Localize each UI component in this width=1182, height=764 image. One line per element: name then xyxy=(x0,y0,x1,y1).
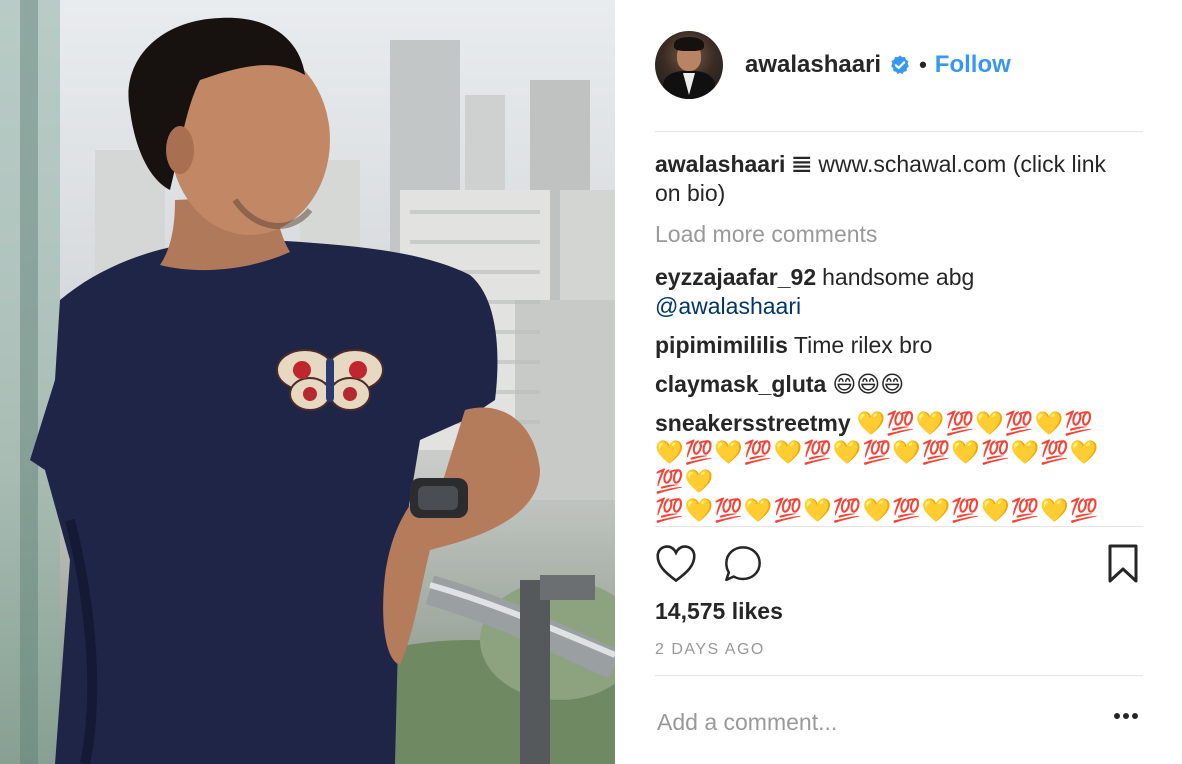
comment-item: pipimimililis Time rilex bro xyxy=(655,331,1115,360)
add-comment-input[interactable] xyxy=(657,704,1077,740)
comment-username[interactable]: eyzzajaafar_92 xyxy=(655,264,816,290)
header-username[interactable]: awalashaari xyxy=(745,51,881,79)
comment-bubble-icon[interactable] xyxy=(723,544,763,584)
comment-username[interactable]: claymask_gluta xyxy=(655,371,826,397)
comment-item: sneakersstreetmy 💛💯💛💯💛💯💛💯 💛💯💛💯💛💯💛💯💛💯💛💯💛💯💛… xyxy=(655,409,1115,524)
avatar[interactable] xyxy=(655,31,723,99)
post-timestamp: 2 DAYS AGO xyxy=(655,641,765,658)
comment-text: handsome abg xyxy=(822,264,975,290)
post-photo[interactable] xyxy=(0,0,615,764)
caption: awalashaari 𝌆 www.schawal.com (click link… xyxy=(655,150,1115,208)
verified-badge-icon xyxy=(891,55,909,75)
comment-text: 😄😄😄 xyxy=(832,371,905,397)
comment-text-line: 💛💯💛💯💛💯💛💯💛💯💛💯💛💯💛💯💛 xyxy=(655,439,1100,494)
header-separator: • xyxy=(919,52,927,77)
comment-item: eyzzajaafar_92 handsome abg @awalashaari xyxy=(655,263,1115,321)
comment-text-line: 💯💛💯💛💯💛💯💛💯💛💯💛💯💛💯💛💯 xyxy=(655,497,1100,523)
heart-icon[interactable] xyxy=(655,544,697,584)
load-more-comments-button[interactable]: Load more comments xyxy=(655,220,1115,249)
post-image xyxy=(0,0,615,764)
comments-section[interactable]: awalashaari 𝌆 www.schawal.com (click link… xyxy=(655,150,1115,524)
comments-divider xyxy=(655,526,1143,527)
comment-mention-link[interactable]: @awalashaari xyxy=(655,293,801,319)
header-divider xyxy=(655,131,1143,132)
comment-username[interactable]: pipimimililis xyxy=(655,332,788,358)
comment-text: 💛💯💛💯💛💯💛💯 xyxy=(856,410,1094,436)
bookmark-icon[interactable] xyxy=(1107,544,1139,584)
action-bar xyxy=(655,540,1143,590)
ellipsis-icon[interactable] xyxy=(1113,712,1139,720)
post-sidebar: awalashaari • Follow awalashaari 𝌆 www.sc… xyxy=(615,0,1182,764)
post-header: awalashaari • Follow xyxy=(655,30,1143,100)
comment-text: Time rilex bro xyxy=(793,332,933,358)
follow-button[interactable]: Follow xyxy=(935,51,1011,79)
likes-count[interactable]: 14,575 likes xyxy=(655,598,783,625)
footer-divider xyxy=(655,675,1143,676)
caption-username[interactable]: awalashaari xyxy=(655,151,785,177)
comment-username[interactable]: sneakersstreetmy xyxy=(655,410,851,436)
comment-item: claymask_gluta 😄😄😄 xyxy=(655,370,1115,399)
